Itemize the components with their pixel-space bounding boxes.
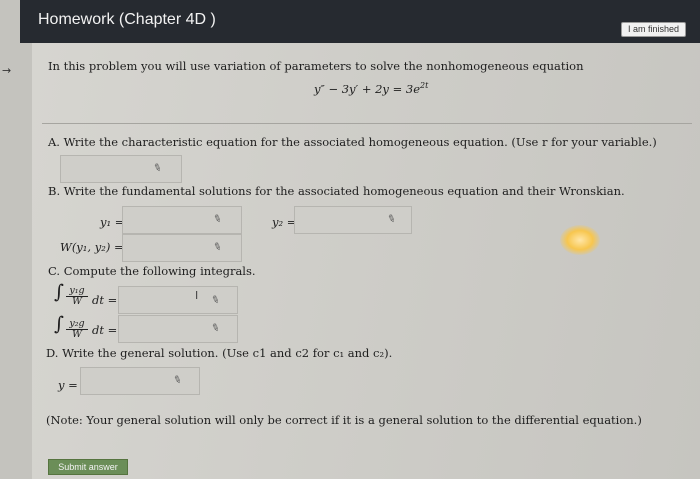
screen-glare [560, 225, 600, 255]
integral-1-input[interactable]: I ✎ [118, 286, 238, 314]
integrand-1: y₁g W [66, 286, 88, 307]
equation-body: y″ − 3y′ + 2y = 3e [314, 81, 420, 96]
screen-background: → Homework (Chapter 4D ) I am finished I… [0, 0, 700, 479]
pencil-icon: ✎ [151, 161, 164, 176]
part-d-prompt: D. Write the general solution. (Use c1 a… [46, 346, 393, 360]
pencil-icon: ✎ [385, 212, 398, 227]
integrand-2-denominator: W [66, 329, 88, 340]
integrand-2: y₂g W [66, 319, 88, 340]
problem-panel: In this problem you will use variation o… [32, 43, 700, 479]
wronskian-label: W(y₁, y₂) = [60, 240, 124, 254]
pencil-icon: ✎ [209, 293, 222, 308]
part-a-prompt: A. Write the characteristic equation for… [48, 135, 657, 149]
part-b-prompt: B. Write the fundamental solutions for t… [48, 184, 625, 198]
dt-label-2: dt = [92, 323, 118, 337]
y1-input[interactable]: ✎ [122, 206, 242, 234]
characteristic-equation-input[interactable]: ✎ [60, 155, 182, 183]
equation-exponent: 2t [420, 81, 429, 90]
y2-input[interactable]: ✎ [294, 206, 412, 234]
general-solution-label: y = [58, 378, 78, 392]
integral-sign-2: ∫ [54, 313, 64, 335]
section-divider [42, 123, 692, 124]
pencil-icon: ✎ [171, 373, 184, 388]
submit-answer-button[interactable]: Submit answer [48, 459, 128, 475]
finished-button[interactable]: I am finished [620, 22, 686, 37]
page-title: Homework (Chapter 4D ) [38, 11, 216, 28]
pencil-icon: ✎ [211, 212, 224, 227]
integrand-1-denominator: W [66, 296, 88, 307]
integral-2-input[interactable]: ✎ [118, 315, 238, 343]
arrow-icon: → [2, 64, 12, 77]
note-text: (Note: Your general solution will only b… [46, 413, 642, 427]
text-cursor-icon: I [195, 289, 199, 302]
y2-label: y₂ = [272, 215, 297, 229]
pencil-icon: ✎ [211, 240, 224, 255]
integrand-1-numerator: y₁g [69, 285, 85, 296]
wronskian-input[interactable]: ✎ [122, 234, 242, 262]
integrand-2-numerator: y₂g [69, 318, 85, 329]
general-solution-input[interactable]: ✎ [80, 367, 200, 395]
homework-header: Homework (Chapter 4D ) I am finished [20, 0, 700, 43]
intro-text: In this problem you will use variation o… [48, 59, 584, 73]
y1-label: y₁ = [100, 215, 125, 229]
part-c-prompt: C. Compute the following integrals. [48, 264, 256, 278]
dt-label-1: dt = [92, 293, 118, 307]
pencil-icon: ✎ [209, 321, 222, 336]
equation: y″ − 3y′ + 2y = 3e2t [314, 81, 428, 96]
integral-sign-1: ∫ [54, 281, 64, 303]
